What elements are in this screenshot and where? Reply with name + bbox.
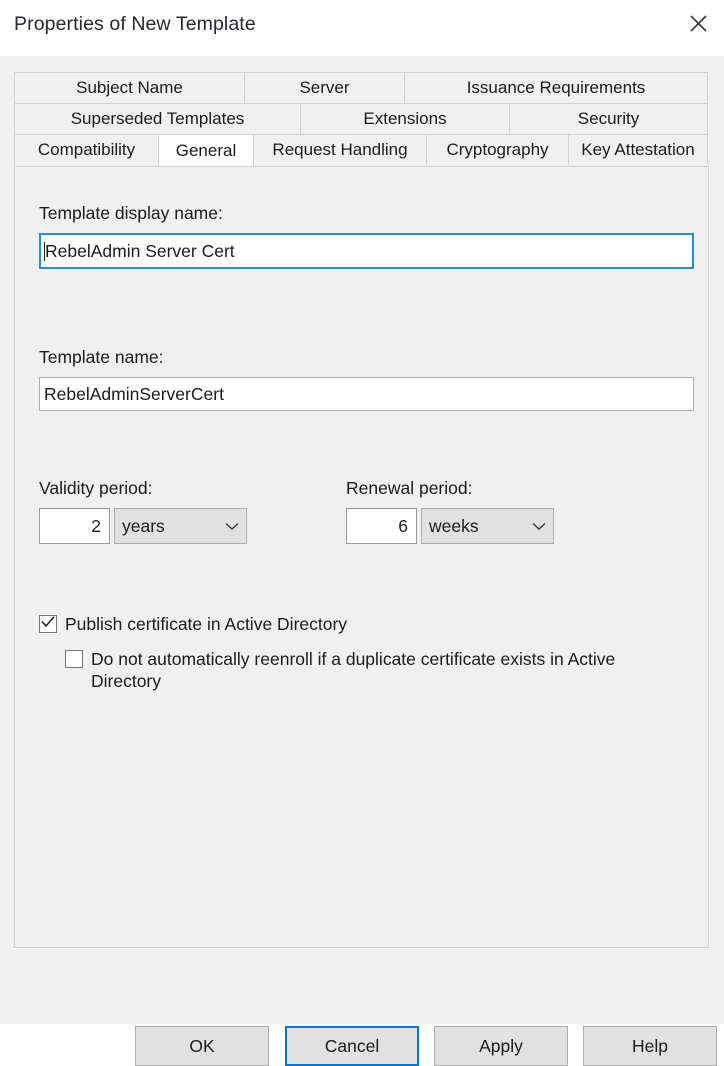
tab-superseded-templates[interactable]: Superseded Templates — [14, 103, 301, 134]
renewal-period-unit-select[interactable]: weeks — [421, 508, 554, 544]
publish-certificate-checkbox[interactable] — [39, 615, 57, 633]
tab-general[interactable]: General — [158, 134, 254, 166]
tab-label: Key Attestation — [581, 140, 694, 160]
checkmark-icon — [41, 615, 55, 633]
no-reenroll-checkbox[interactable] — [65, 650, 83, 668]
cancel-button[interactable]: Cancel — [285, 1026, 419, 1066]
apply-button-label: Apply — [479, 1036, 523, 1057]
tab-label: Extensions — [363, 109, 446, 129]
tab-label: Request Handling — [272, 140, 407, 160]
chevron-down-icon — [218, 522, 246, 531]
tab-label: General — [176, 141, 236, 161]
tab-server[interactable]: Server — [244, 72, 405, 103]
chevron-down-icon — [525, 522, 553, 531]
validity-period-unit-value: years — [115, 516, 218, 537]
template-display-name-value: RebelAdmin Server Cert — [45, 241, 235, 262]
tab-extensions[interactable]: Extensions — [300, 103, 510, 134]
ok-button[interactable]: OK — [135, 1026, 269, 1066]
validity-period-input[interactable]: 2 — [39, 508, 110, 544]
help-button-label: Help — [632, 1036, 668, 1057]
validity-period-unit-select[interactable]: years — [114, 508, 247, 544]
tab-cryptography[interactable]: Cryptography — [426, 134, 569, 165]
publish-certificate-checkbox-row[interactable]: Publish certificate in Active Directory — [39, 613, 659, 635]
tab-row-2: Superseded Templates Extensions Security — [14, 103, 709, 134]
title-bar: Properties of New Template — [0, 0, 724, 56]
template-name-label: Template name: — [39, 347, 164, 368]
tab-row-3: Compatibility General Request Handling C… — [14, 134, 709, 165]
tab-label: Subject Name — [76, 78, 183, 98]
cancel-button-label: Cancel — [325, 1036, 379, 1057]
template-display-name-input[interactable]: RebelAdmin Server Cert — [39, 233, 694, 269]
renewal-period-value: 6 — [398, 516, 408, 537]
template-display-name-label: Template display name: — [39, 203, 223, 224]
general-tab-panel: Template display name: RebelAdmin Server… — [14, 166, 709, 948]
no-reenroll-checkbox-row[interactable]: Do not automatically reenroll if a dupli… — [65, 648, 685, 693]
close-button[interactable] — [672, 0, 724, 46]
renewal-period-label: Renewal period: — [346, 478, 472, 499]
tab-label: Superseded Templates — [71, 109, 245, 129]
tab-key-attestation[interactable]: Key Attestation — [568, 134, 708, 165]
tab-compatibility[interactable]: Compatibility — [14, 134, 159, 165]
tab-label: Server — [299, 78, 349, 98]
dialog-body: Subject Name Server Issuance Requirement… — [0, 56, 724, 1024]
template-name-input[interactable]: RebelAdminServerCert — [39, 377, 694, 411]
template-name-value: RebelAdminServerCert — [44, 384, 224, 405]
tab-issuance-requirements[interactable]: Issuance Requirements — [404, 72, 708, 103]
apply-button[interactable]: Apply — [434, 1026, 568, 1066]
tab-label: Issuance Requirements — [467, 78, 646, 98]
tab-label: Compatibility — [38, 140, 135, 160]
publish-certificate-label: Publish certificate in Active Directory — [65, 613, 347, 635]
close-icon — [689, 14, 708, 33]
validity-period-label: Validity period: — [39, 478, 153, 499]
no-reenroll-label: Do not automatically reenroll if a dupli… — [91, 648, 685, 693]
ok-button-label: OK — [189, 1036, 214, 1057]
window-title: Properties of New Template — [14, 13, 256, 36]
tab-security[interactable]: Security — [509, 103, 708, 134]
tab-row-1: Subject Name Server Issuance Requirement… — [14, 72, 709, 103]
help-button[interactable]: Help — [583, 1026, 717, 1066]
validity-period-value: 2 — [91, 516, 101, 537]
renewal-period-input[interactable]: 6 — [346, 508, 417, 544]
tab-request-handling[interactable]: Request Handling — [253, 134, 427, 165]
tab-strip: Subject Name Server Issuance Requirement… — [14, 72, 709, 165]
tab-label: Security — [578, 109, 639, 129]
renewal-period-unit-value: weeks — [422, 516, 525, 537]
tab-label: Cryptography — [446, 140, 548, 160]
tab-subject-name[interactable]: Subject Name — [14, 72, 245, 103]
